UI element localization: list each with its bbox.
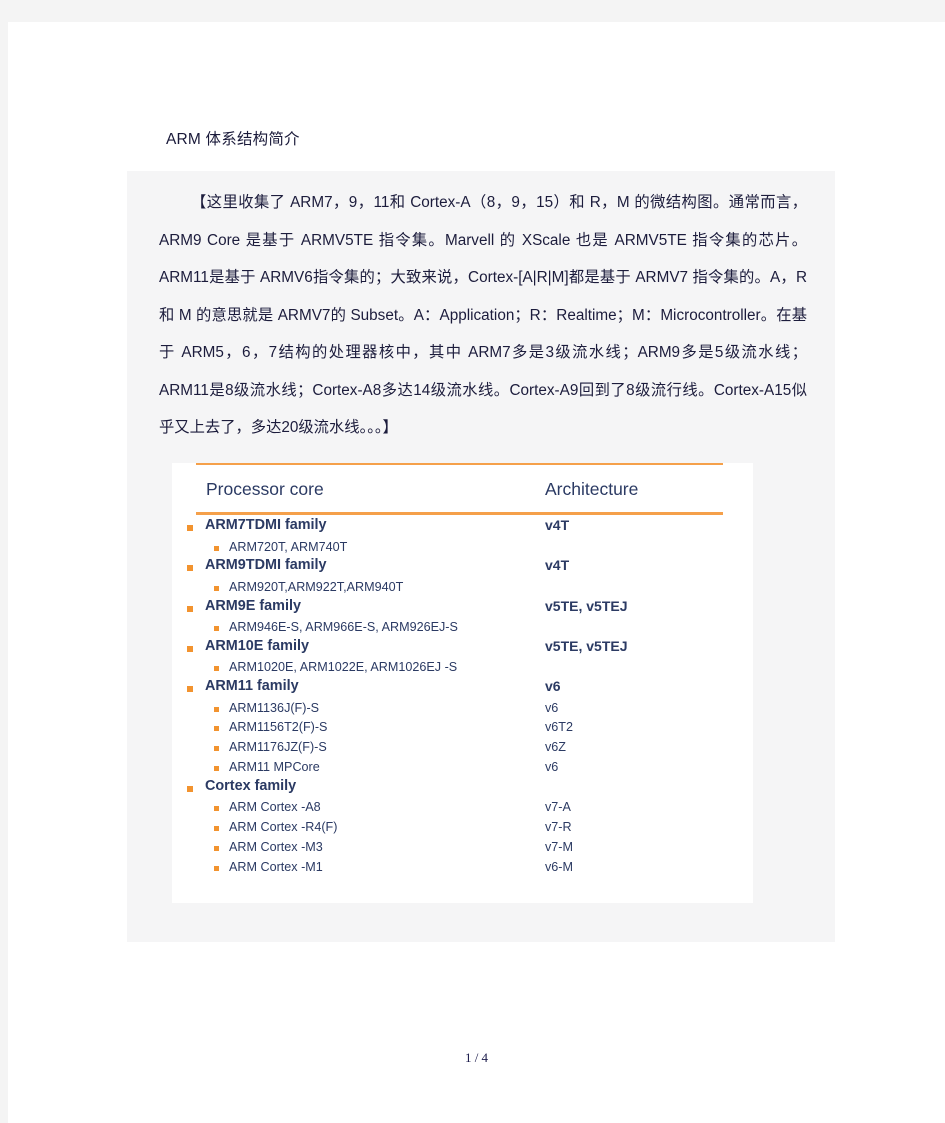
square-bullet-icon — [214, 726, 219, 732]
square-bullet-icon — [214, 766, 219, 772]
cell-architecture: v6 — [545, 700, 559, 715]
cell-processor-core: Cortex family — [205, 777, 297, 794]
square-bullet-icon — [187, 785, 193, 792]
square-bullet-icon — [187, 565, 193, 572]
cell-architecture: v6-M — [545, 859, 573, 874]
square-bullet-icon — [187, 645, 193, 652]
cell-processor-core: ARM Cortex -A8 — [229, 800, 321, 815]
cell-architecture: v7-R — [545, 820, 572, 835]
square-bullet-icon — [214, 845, 219, 851]
cell-processor-core: ARM1136J(F)-S — [229, 700, 320, 715]
table-row: ARM1136J(F)-S v6 — [172, 700, 753, 720]
cell-architecture: v6T2 — [545, 720, 573, 735]
content-block: 【这里收集了 ARM7，9，11和 Cortex-A（8，9，15）和 R，M … — [127, 171, 835, 942]
cell-processor-core: ARM1176JZ(F)-S — [229, 740, 327, 755]
document-page: ARM 体系结构简介 【这里收集了 ARM7，9，11和 Cortex-A（8，… — [8, 22, 945, 1123]
table-row: ARM7TDMI family v4T — [172, 517, 753, 539]
cell-architecture: v7-M — [545, 839, 573, 854]
cell-processor-core: ARM10E family — [205, 637, 309, 654]
table-row: ARM10E family v5TE, v5TEJ — [172, 637, 753, 660]
square-bullet-icon — [214, 746, 219, 752]
cell-processor-core: ARM11 MPCore — [229, 760, 320, 775]
table-row: ARM9E family v5TE, v5TEJ — [172, 597, 753, 620]
column-header-architecture: Architecture — [545, 479, 639, 499]
square-bullet-icon — [214, 806, 219, 812]
cell-processor-core: ARM1156T2(F)-S — [229, 720, 328, 735]
square-bullet-icon — [214, 626, 219, 632]
cell-architecture: v6Z — [545, 740, 566, 755]
cell-processor-core: ARM11 family — [205, 678, 299, 695]
cell-architecture: v5TE, v5TEJ — [545, 597, 628, 614]
cell-processor-core: ARM946E-S, ARM966E-S, ARM926EJ-S — [229, 620, 458, 635]
table-body: ARM7TDMI family v4T ARM720T, ARM740T ARM9TD… — [172, 517, 753, 879]
square-bullet-icon — [187, 525, 193, 531]
processor-core-table-image: Processor core Architecture ARM7TDMI fam… — [172, 463, 753, 903]
cell-processor-core: ARM720T, ARM740T — [229, 539, 348, 554]
table-row: ARM11 family v6 — [172, 678, 753, 700]
table-row: ARM1020E, ARM1022E, ARM1026EJ -S — [172, 659, 753, 679]
square-bullet-icon — [187, 686, 193, 693]
table-row: ARM1176JZ(F)-S v6Z — [172, 739, 753, 759]
cell-processor-core: ARM9E family — [205, 597, 301, 614]
table-row: ARM Cortex -R4(F) v7-R — [172, 819, 753, 839]
page-title: ARM 体系结构简介 — [166, 131, 300, 148]
cell-processor-core: ARM1020E, ARM1022E, ARM1026EJ -S — [229, 660, 458, 675]
table-row: ARM Cortex -A8 v7-A — [172, 799, 753, 819]
intro-paragraph: 【这里收集了 ARM7，9，11和 Cortex-A（8，9，15）和 R，M … — [159, 194, 807, 436]
cell-processor-core: ARM9TDMI family — [205, 557, 327, 574]
square-bullet-icon — [214, 706, 219, 712]
page-footer: 1 / 4 — [464, 1050, 489, 1065]
table-row: ARM920T,ARM922T,ARM940T — [172, 579, 753, 599]
table-row: ARM9TDMI family v4T — [172, 557, 753, 579]
cell-processor-core: ARM Cortex -M3 — [229, 839, 323, 854]
cell-processor-core: ARM920T,ARM922T,ARM940T — [229, 579, 404, 594]
header-underline-rule — [196, 512, 723, 515]
figure-top-rule — [196, 463, 723, 465]
table-header-row: Processor core Architecture — [196, 479, 726, 511]
cell-processor-core: ARM Cortex -M1 — [229, 859, 323, 874]
cell-processor-core: ARM Cortex -R4(F) — [229, 820, 338, 835]
cell-architecture: v5TE, v5TEJ — [545, 637, 628, 654]
cell-architecture: v7-A — [545, 800, 571, 815]
square-bullet-icon — [214, 585, 219, 591]
table-row: ARM Cortex -M3 v7-M — [172, 839, 753, 859]
cell-architecture: v4T — [545, 557, 570, 574]
table-row: ARM720T, ARM740T — [172, 539, 753, 559]
column-header-processor-core: Processor core — [206, 479, 324, 499]
square-bullet-icon — [187, 605, 193, 612]
table-row: ARM11 MPCore v6 — [172, 759, 753, 779]
table-figure: Processor core Architecture ARM7TDMI fam… — [172, 463, 753, 903]
square-bullet-icon — [214, 666, 219, 672]
cell-architecture: v6 — [545, 760, 559, 775]
table-row: ARM946E-S, ARM966E-S, ARM926EJ-S — [172, 619, 753, 639]
cell-architecture: v4T — [545, 517, 570, 533]
square-bullet-icon — [214, 865, 219, 871]
table-row: ARM1156T2(F)-S v6T2 — [172, 719, 753, 739]
square-bullet-icon — [214, 545, 219, 551]
table-row: Cortex family — [172, 777, 753, 800]
table-row: ARM Cortex -M1 v6-M — [172, 859, 753, 879]
cell-architecture: v6 — [545, 678, 561, 695]
square-bullet-icon — [214, 826, 219, 832]
cell-processor-core: ARM7TDMI family — [205, 517, 327, 533]
